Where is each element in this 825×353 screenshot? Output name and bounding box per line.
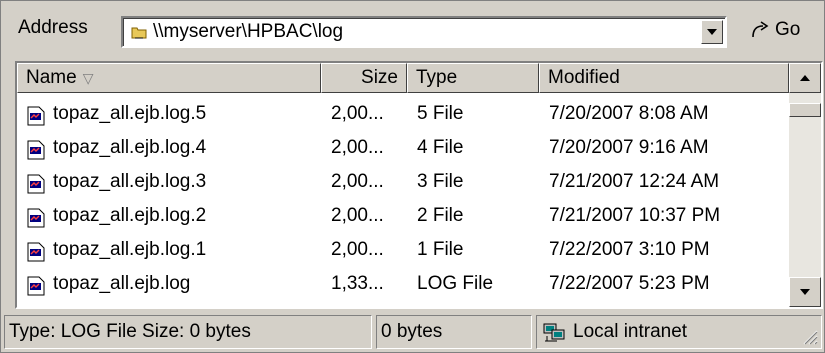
go-arrow-icon bbox=[752, 21, 769, 38]
file-modified: 7/22/2007 3:10 PM bbox=[549, 239, 710, 260]
file-row[interactable]: topaz_all.ejb.log.3 2,00... 3 File 7/21/… bbox=[17, 167, 789, 201]
intranet-icon bbox=[543, 323, 565, 342]
file-icon bbox=[27, 174, 45, 194]
file-row[interactable]: topaz_all.ejb.log.5 2,00... 5 File 7/20/… bbox=[17, 99, 789, 133]
file-row[interactable]: topaz_all.ejb.log.1 2,00... 1 File 7/22/… bbox=[17, 235, 789, 269]
file-type: 5 File bbox=[417, 103, 464, 124]
file-modified: 7/21/2007 10:37 PM bbox=[549, 205, 721, 226]
file-name: topaz_all.ejb.log.1 bbox=[53, 239, 207, 260]
arrow-down-icon bbox=[800, 289, 810, 295]
file-name: topaz_all.ejb.log.5 bbox=[53, 103, 207, 124]
status-size: 0 bytes bbox=[376, 315, 532, 349]
file-row[interactable]: topaz_all.ejb.log 1,33... LOG File 7/22/… bbox=[17, 269, 789, 303]
arrow-up-icon bbox=[800, 75, 810, 81]
file-size: 2,00... bbox=[331, 239, 384, 260]
file-type: 1 File bbox=[417, 239, 464, 260]
file-size: 2,00... bbox=[331, 171, 384, 192]
file-size: 2,00... bbox=[331, 137, 384, 158]
scrollbar-thumb[interactable] bbox=[789, 103, 821, 117]
file-name: topaz_all.ejb.log.2 bbox=[53, 205, 207, 226]
status-bar: Type: LOG File Size: 0 bytes 0 bytes Loc… bbox=[4, 315, 822, 349]
file-icon bbox=[27, 208, 45, 228]
chevron-down-icon bbox=[707, 29, 717, 35]
resize-grip-icon[interactable] bbox=[800, 327, 818, 345]
file-rows: topaz_all.ejb.log.5 2,00... 5 File 7/20/… bbox=[17, 99, 789, 303]
file-modified: 7/20/2007 9:16 AM bbox=[549, 137, 709, 158]
file-type: 4 File bbox=[417, 137, 464, 158]
address-dropdown-button[interactable] bbox=[701, 20, 723, 44]
go-button[interactable]: Go bbox=[749, 14, 800, 46]
file-icon bbox=[27, 140, 45, 160]
vertical-scrollbar[interactable] bbox=[789, 63, 821, 307]
file-type: LOG File bbox=[417, 273, 494, 294]
address-bar: Address \\myserver\HPBAC\log Go bbox=[4, 4, 822, 54]
status-zone-label: Local intranet bbox=[573, 321, 688, 342]
column-header-name[interactable]: Name ▽ bbox=[17, 63, 321, 93]
address-input[interactable]: \\myserver\HPBAC\log bbox=[121, 16, 727, 48]
file-list: Name ▽ Size Type Modified topaz_all.ejb.l… bbox=[15, 61, 823, 309]
file-size: 1,33... bbox=[331, 273, 384, 294]
status-zone: Local intranet bbox=[536, 315, 822, 349]
file-size: 2,00... bbox=[331, 103, 384, 124]
address-value: \\myserver\HPBAC\log bbox=[153, 21, 344, 42]
file-icon bbox=[27, 106, 45, 126]
column-header-name-label: Name bbox=[26, 67, 77, 88]
network-folder-icon bbox=[131, 27, 147, 39]
file-name: topaz_all.ejb.log bbox=[53, 273, 191, 294]
scroll-up-button[interactable] bbox=[789, 63, 821, 93]
column-headers: Name ▽ Size Type Modified bbox=[17, 63, 789, 93]
file-row[interactable]: topaz_all.ejb.log.4 2,00... 4 File 7/20/… bbox=[17, 133, 789, 167]
scroll-down-button[interactable] bbox=[789, 277, 821, 307]
column-header-size[interactable]: Size bbox=[321, 63, 407, 93]
file-icon bbox=[27, 276, 45, 296]
file-type: 2 File bbox=[417, 205, 464, 226]
file-modified: 7/22/2007 5:23 PM bbox=[549, 273, 710, 294]
column-header-type[interactable]: Type bbox=[407, 63, 539, 93]
file-modified: 7/20/2007 8:08 AM bbox=[549, 103, 709, 124]
column-header-modified[interactable]: Modified bbox=[539, 63, 789, 93]
go-label: Go bbox=[775, 19, 801, 40]
file-type: 3 File bbox=[417, 171, 464, 192]
address-label: Address bbox=[18, 17, 88, 38]
file-modified: 7/21/2007 12:24 AM bbox=[549, 171, 720, 192]
explorer-window: Address \\myserver\HPBAC\log Go Name ▽ Si… bbox=[0, 0, 825, 353]
file-icon bbox=[27, 242, 45, 262]
status-info: Type: LOG File Size: 0 bytes bbox=[4, 315, 372, 349]
file-row[interactable]: topaz_all.ejb.log.2 2,00... 2 File 7/21/… bbox=[17, 201, 789, 235]
file-name: topaz_all.ejb.log.4 bbox=[53, 137, 207, 158]
file-name: topaz_all.ejb.log.3 bbox=[53, 171, 207, 192]
sort-descending-icon: ▽ bbox=[82, 70, 94, 86]
file-size: 2,00... bbox=[331, 205, 384, 226]
